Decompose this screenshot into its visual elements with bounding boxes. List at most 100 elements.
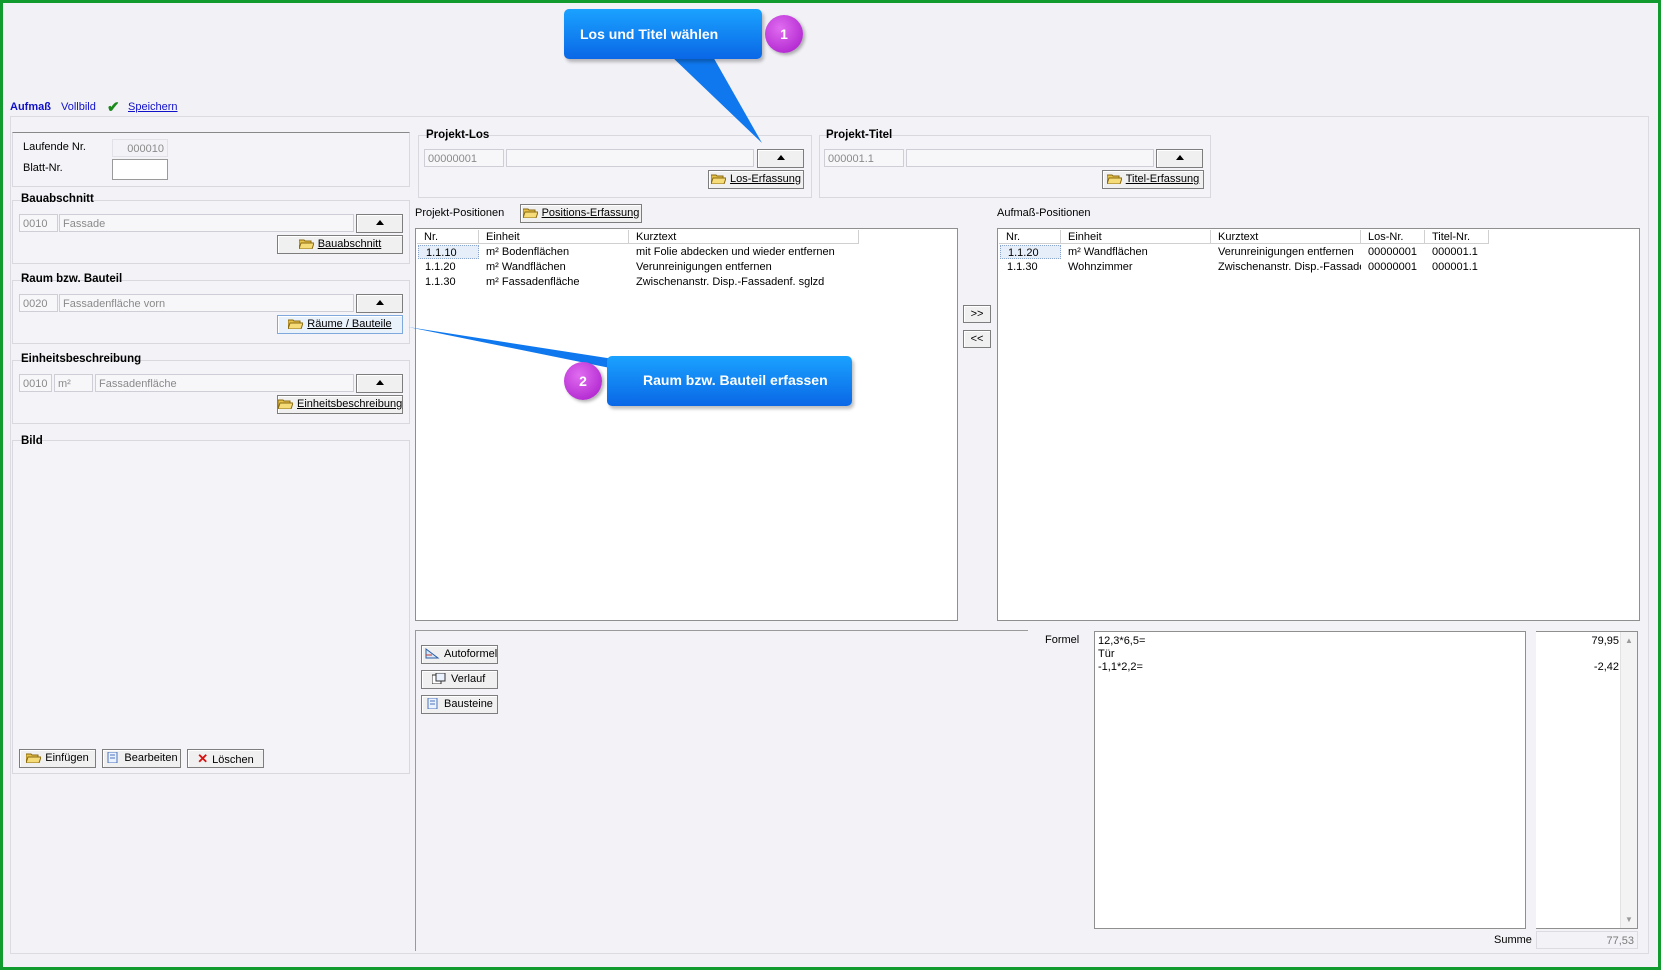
table-cell[interactable]: Wohnzimmer [1061,260,1211,274]
arrow-up-icon [776,155,785,160]
table-cell[interactable]: Zwischenanstr. Disp.-Fassadenf. sglzd [629,275,859,289]
table-cell[interactable]: 00000001 [1361,260,1425,274]
folder-open-icon [287,318,304,330]
laufende-label: Laufende Nr. [23,141,86,153]
formel-result: 79,95 [1591,635,1619,647]
delete-x-icon: ✕ [197,751,209,766]
loeschen-button[interactable]: ✕ Löschen [187,749,264,768]
folder-open-icon [521,207,539,219]
folder-open-icon [277,398,294,410]
scroll-down-icon[interactable]: ▼ [1625,915,1633,924]
bauabschnitt-dropdown-button[interactable] [356,214,403,233]
document-icon [425,697,440,710]
autoformel-button[interactable]: Autoformel [421,645,498,664]
table-cell[interactable]: Zwischenanstr. Disp.-Fassader [1211,260,1361,274]
table-cell[interactable]: m² Fassadenfläche [479,275,629,289]
column-header[interactable]: Einheit [479,230,629,244]
los-erfassung-button-label: Los-Erfassung [730,173,801,185]
tab-aufmass[interactable]: Aufmaß [10,101,51,113]
folder-open-icon [25,752,42,764]
table-cell[interactable]: m² Wandflächen [479,260,629,274]
titel-erfassung-button[interactable]: Titel-Erfassung [1102,170,1204,189]
column-header[interactable]: Einheit [1061,230,1211,244]
ruler-triangle-icon [425,648,440,659]
formel-line: Tür [1098,648,1115,660]
bearbeiten-button[interactable]: Bearbeiten [102,749,181,768]
blatt-input[interactable] [112,159,168,180]
raeume-bauteile-button[interactable]: Räume / Bauteile [277,315,403,334]
arrow-up-icon [1175,155,1184,160]
verlauf-button[interactable]: Verlauf [421,670,498,689]
table-cell[interactable]: 00000001 [1361,245,1425,259]
column-header[interactable]: Titel-Nr. [1425,230,1489,244]
table-cell[interactable]: 1.1.20 [1000,245,1061,259]
folder-open-icon [710,173,727,185]
table-cell[interactable]: Verunreinigungen entfernen [1211,245,1361,259]
table-cell[interactable]: 000001.1 [1425,245,1489,259]
formel-input[interactable]: 12,3*6,5= Tür -1,1*2,2= [1094,631,1526,929]
titel-erfassung-button-label: Titel-Erfassung [1125,173,1200,185]
table-cell[interactable]: m² Bodenflächen [479,245,629,259]
formel-line: 12,3*6,5= [1098,635,1146,647]
table-cell[interactable]: 1.1.30 [1000,260,1061,274]
bauabschnitt-code: 0010 [19,214,58,232]
bausteine-button-label: Bausteine [444,698,493,710]
raum-title: Raum bzw. Bauteil [21,273,123,285]
table-cell[interactable]: mit Folie abdecken und wieder entfernen [629,245,859,259]
history-list-icon [431,672,447,685]
projekt-positionen-list[interactable]: Nr. Einheit Kurztext 1.1.10 m² Bodenfläc… [415,228,958,621]
save-link[interactable]: Speichern [128,101,178,113]
callout-1: Los und Titel wählen [564,9,762,59]
einheit-title: Einheitsbeschreibung [21,353,142,365]
table-cell[interactable]: Verunreinigungen entfernen [629,260,859,274]
titel-code: 000001.1 [824,149,904,167]
loeschen-button-label: Löschen [212,754,254,766]
raum-dropdown-button[interactable] [356,294,403,313]
los-name [506,149,754,167]
einfuegen-button[interactable]: Einfügen [19,749,96,768]
einheit-dropdown-button[interactable] [356,374,403,393]
bauabschnitt-button[interactable]: Bauabschnitt [277,235,403,254]
column-header[interactable]: Nr. [999,230,1061,244]
summe-value: 77,53 [1536,931,1638,949]
einheitsbeschreibung-button-label: Einheitsbeschreibung [297,398,403,410]
column-header[interactable]: Kurztext [629,230,859,244]
einheit-panel [12,360,410,424]
column-header[interactable]: Los-Nr. [1361,230,1425,244]
los-code: 00000001 [424,149,504,167]
folder-open-icon [297,238,315,250]
projekt-positionen-label: Projekt-Positionen [415,207,505,219]
arrow-up-icon [375,300,384,305]
einheitsbeschreibung-button[interactable]: Einheitsbeschreibung [277,395,403,414]
table-cell[interactable]: 1.1.30 [418,275,479,289]
table-cell[interactable]: 1.1.10 [418,245,479,259]
table-cell[interactable]: 1.1.20 [418,260,479,274]
checkmark-icon: ✔ [107,99,120,116]
column-header[interactable]: Kurztext [1211,230,1361,244]
table-cell[interactable]: m² Wandflächen [1061,245,1211,259]
column-header[interactable]: Nr. [417,230,479,244]
positions-erfassung-button[interactable]: Positions-Erfassung [520,204,642,223]
autoformel-button-label: Autoformel [444,648,498,660]
blatt-label: Blatt-Nr. [23,162,63,174]
los-erfassung-button[interactable]: Los-Erfassung [708,170,804,189]
scrollbar[interactable]: ▲ ▼ [1620,632,1637,928]
bild-panel [12,440,410,774]
add-to-aufmass-button[interactable]: >> [963,305,991,323]
callout-2-badge: 2 [564,362,602,400]
scroll-up-icon[interactable]: ▲ [1625,636,1633,645]
table-cell[interactable]: 000001.1 [1425,260,1489,274]
bauabschnitt-button-label: Bauabschnitt [317,238,382,250]
aufmass-positionen-list[interactable]: Nr. Einheit Kurztext Los-Nr. Titel-Nr. 1… [997,228,1640,621]
raum-panel [12,280,410,344]
fullscreen-link[interactable]: Vollbild [61,101,96,113]
remove-from-aufmass-button[interactable]: << [963,330,991,348]
los-dropdown-button[interactable] [757,149,804,168]
einheit-name: Fassadenfläche [95,374,354,392]
arrow-up-icon [375,380,384,385]
raum-name: Fassadenfläche vorn [59,294,354,312]
formel-result: -2,42 [1593,661,1619,673]
titel-dropdown-button[interactable] [1156,149,1203,168]
bausteine-button[interactable]: Bausteine [421,695,498,714]
formel-line: -1,1*2,2= [1098,661,1143,673]
